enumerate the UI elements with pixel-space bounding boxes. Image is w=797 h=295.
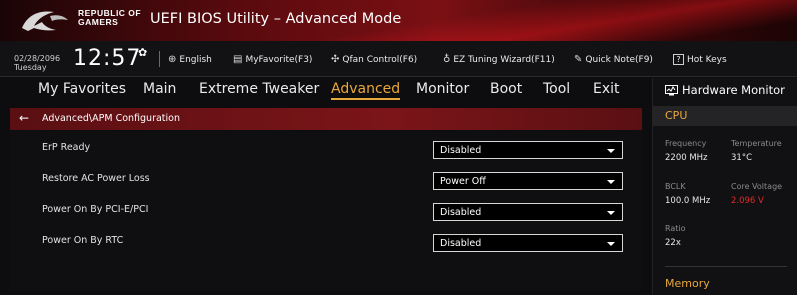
tab-extreme-tweaker[interactable]: Extreme Tweaker [199, 81, 319, 97]
frequency-label: Frequency [665, 139, 707, 148]
chevron-down-icon [607, 242, 615, 246]
favorite-icon: ▤ [233, 54, 243, 65]
ez-tuning-wizard-label: EZ Tuning Wizard(F11) [453, 54, 555, 65]
hw-divider [665, 266, 787, 267]
back-arrow-icon[interactable]: ← [19, 111, 29, 125]
chevron-down-icon [607, 211, 615, 215]
note-icon: ✎ [574, 54, 583, 65]
hot-keys-button[interactable]: ? Hot Keys [673, 54, 727, 65]
quick-note-label: Quick Note(F9) [585, 54, 653, 65]
globe-icon: ⊕ [168, 54, 177, 65]
select-value: Disabled [440, 145, 482, 156]
setting-row-erp-ready: ErP Ready Disabled [10, 133, 642, 164]
toolbar: 02/28/2096 Tuesday 12:57 ✿ ⊕ English ▤ M… [0, 41, 797, 77]
date-display[interactable]: 02/28/2096 Tuesday [14, 54, 60, 72]
hotkey-icon: ? [673, 54, 684, 65]
gear-icon[interactable]: ✿ [138, 46, 147, 59]
day-text: Tuesday [14, 63, 47, 72]
tab-tool[interactable]: Tool [543, 81, 570, 97]
select-value: Power Off [440, 176, 486, 187]
chevron-down-icon [607, 180, 615, 184]
hardware-monitor-label: Hardware Monitor [682, 83, 785, 97]
tab-monitor[interactable]: Monitor [416, 81, 469, 97]
ratio-label: Ratio [665, 224, 686, 233]
ratio-value: 22x [665, 238, 681, 248]
tab-main[interactable]: Main [143, 81, 176, 97]
brand-line-2: GAMERS [78, 17, 119, 27]
qfan-control-label: Qfan Control(F6) [342, 54, 418, 65]
memory-section-label: Memory [665, 277, 710, 290]
rog-logo-icon [22, 11, 68, 31]
bclk-value: 100.0 MHz [665, 196, 711, 206]
setting-row-power-on-by-rtc: Power On By RTC Disabled [10, 226, 642, 257]
myfavorite-button[interactable]: ▤ MyFavorite(F3) [233, 54, 312, 65]
fan-icon: ✣ [331, 54, 340, 65]
cpu-section-label: CPU [665, 109, 688, 122]
breadcrumb: ← Advanced\APM Configuration [10, 108, 642, 130]
setting-row-power-on-by-pcie: Power On By PCI-E/PCI Disabled [10, 195, 642, 226]
date-text: 02/28/2096 [14, 54, 61, 63]
title-bar: REPUBLIC OF GAMERS UEFI BIOS Utility – A… [0, 0, 797, 41]
quick-note-button[interactable]: ✎ Quick Note(F9) [574, 54, 653, 65]
monitor-icon [665, 84, 678, 95]
ez-tuning-wizard-button[interactable]: ♁ EZ Tuning Wizard(F11) [443, 54, 555, 65]
setting-label: Power On By PCI-E/PCI [42, 204, 149, 215]
app-title: UEFI BIOS Utility – Advanced Mode [150, 11, 402, 27]
tab-boot[interactable]: Boot [490, 81, 522, 97]
cpu-section-header: CPU [653, 106, 797, 126]
breadcrumb-path: Advanced\APM Configuration [42, 113, 180, 124]
select-value: Disabled [440, 238, 482, 249]
erp-ready-select[interactable]: Disabled [433, 141, 623, 159]
settings-panel: ErP Ready Disabled Restore AC Power Loss… [10, 131, 642, 291]
myfavorite-label: MyFavorite(F3) [245, 54, 313, 65]
language-label: English [179, 54, 212, 65]
hot-keys-label: Hot Keys [687, 54, 727, 65]
clock-display[interactable]: 12:57 [73, 46, 141, 71]
core-voltage-label: Core Voltage [731, 182, 783, 191]
brand-name: REPUBLIC OF GAMERS [78, 9, 141, 27]
tab-advanced[interactable]: Advanced [331, 81, 401, 100]
power-on-by-rtc-select[interactable]: Disabled [433, 234, 623, 252]
lightbulb-icon: ♁ [443, 54, 451, 65]
temperature-value: 31°C [731, 153, 753, 163]
tab-exit[interactable]: Exit [593, 81, 620, 97]
select-value: Disabled [440, 207, 482, 218]
bclk-label: BCLK [665, 182, 686, 191]
frequency-value: 2200 MHz [665, 153, 708, 163]
setting-label: Power On By RTC [42, 235, 124, 246]
setting-row-restore-ac-power-loss: Restore AC Power Loss Power Off [10, 164, 642, 195]
restore-ac-power-loss-select[interactable]: Power Off [433, 172, 623, 190]
qfan-control-button[interactable]: ✣ Qfan Control(F6) [331, 54, 417, 65]
main-nav: My Favorites Main Extreme Tweaker Advanc… [0, 78, 652, 102]
hardware-monitor-panel: Hardware Monitor CPU Frequency 2200 MHz … [652, 78, 797, 295]
language-button[interactable]: ⊕ English [168, 54, 212, 65]
setting-label: ErP Ready [42, 142, 91, 153]
toolbar-divider [159, 51, 160, 67]
setting-label: Restore AC Power Loss [42, 173, 150, 184]
tab-my-favorites[interactable]: My Favorites [38, 81, 126, 97]
hardware-monitor-title: Hardware Monitor [665, 83, 785, 97]
chevron-down-icon [607, 149, 615, 153]
core-voltage-value: 2.096 V [731, 196, 764, 206]
temperature-label: Temperature [731, 139, 782, 148]
power-on-by-pcie-select[interactable]: Disabled [433, 203, 623, 221]
